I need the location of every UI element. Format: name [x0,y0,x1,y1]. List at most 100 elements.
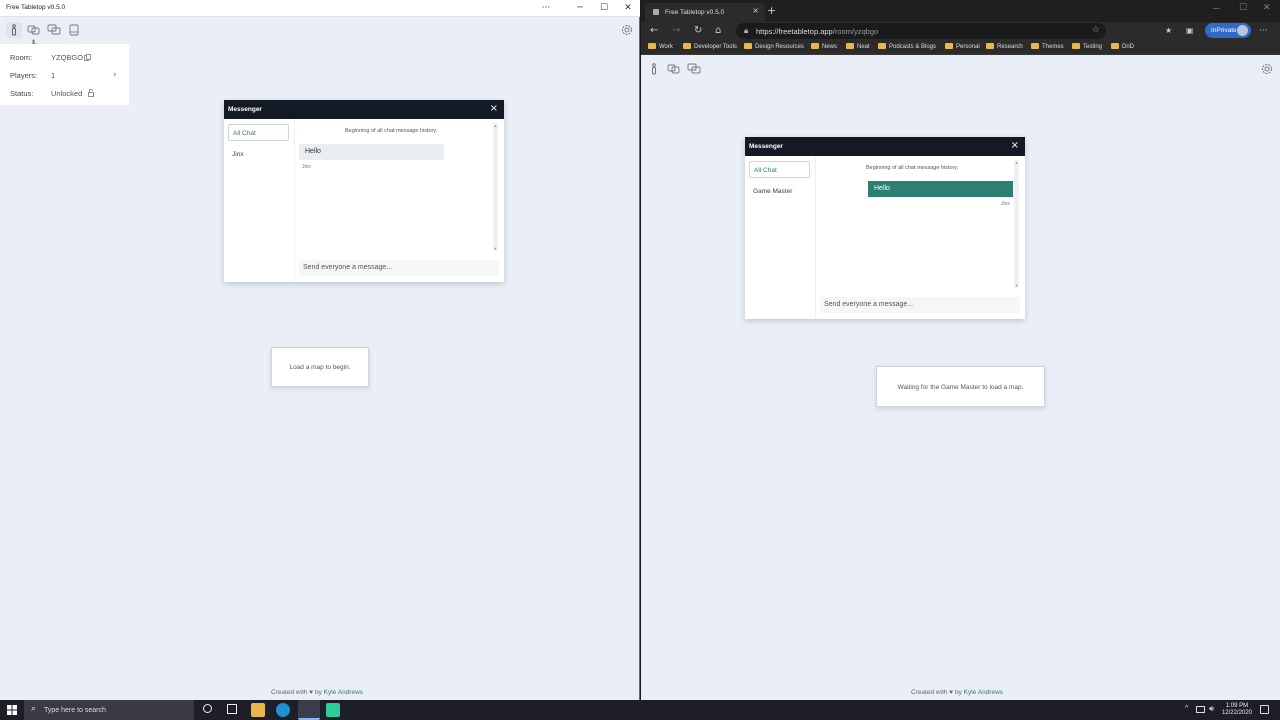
android-studio-icon[interactable] [326,703,340,717]
taskbar: ⌕ Type here to search ^ 🔊︎ 1:09 PM 12/22… [0,700,1280,720]
forward-icon[interactable]: → [672,25,680,37]
avatar [1237,25,1248,36]
players-row[interactable]: Players: 1 › [10,70,125,81]
minimize-icon[interactable]: ─ [1213,3,1219,13]
scroll-up-icon[interactable]: ▲ [1014,160,1019,165]
scroll-up-icon[interactable]: ▲ [493,123,498,128]
room-code: YZQBGO [51,53,84,62]
scroll-icon[interactable] [66,22,82,38]
scrollbar[interactable]: ▲ ▼ [493,123,498,251]
folder-icon [945,43,953,49]
folder-icon [744,43,752,49]
new-tab-icon[interactable]: + [767,4,776,17]
navigation-bar: ← → ↻ ⌂ 🔒︎ https://freetabletop.app/room… [641,22,1280,40]
url-path: /room/yzqbgo [832,27,879,36]
volume-icon[interactable]: 🔊︎ [1209,704,1214,714]
tab-jinx[interactable]: Jinx [228,146,289,163]
favorite-star-icon[interactable]: ☆ [1092,25,1100,35]
window-title: Free Tabletop v0.5.0 [6,4,66,11]
tab-game-master[interactable]: Game Master [749,183,810,200]
bookmark-testing[interactable]: Testing [1072,43,1102,50]
clock-time: 1:09 PM [1225,703,1249,709]
home-icon[interactable]: ⌂ [715,25,721,37]
tab-all-chat[interactable]: All Chat [228,124,289,141]
scrollbar[interactable]: ▲ ▼ [1014,160,1019,288]
settings-gear-icon[interactable] [620,23,634,37]
folder-icon [846,43,854,49]
chat-icon[interactable] [686,61,702,77]
edge-browser-icon[interactable] [276,703,290,717]
close-window-icon[interactable]: ✕ [1263,3,1271,13]
lock-icon: 🔒︎ [744,26,749,35]
shapes-icon[interactable] [666,61,682,77]
bookmark-news[interactable]: News [811,43,837,50]
toolbar [6,22,82,38]
address-bar[interactable]: 🔒︎ https://freetabletop.app/room/yzqbgo … [736,23,1106,39]
history-start-note: Beginning of all chat message history. [345,128,438,134]
maximize-icon[interactable]: ☐ [1239,3,1247,13]
settings-gear-icon[interactable] [1260,62,1274,76]
messenger-window: Messenger × All Chat Game Master Beginni… [745,137,1025,319]
browser-window: Free Tabletop v0.5.0 × + ─ ☐ ✕ ← → ↻ ⌂ 🔒… [641,0,1280,700]
taskbar-search[interactable]: ⌕ Type here to search [24,700,194,720]
room-row: Room: YZQBGO [10,53,125,63]
more-menu-icon[interactable]: ··· [1259,25,1268,37]
clock[interactable]: 1:09 PM 12/22/2020 [1222,703,1252,717]
status-label: Status: [10,89,34,98]
refresh-icon[interactable]: ↻ [694,25,702,37]
back-icon[interactable]: ← [650,25,658,37]
bookmark-themes[interactable]: Themes [1031,43,1064,50]
message-sender: Jinx [1001,201,1010,207]
favorites-icon[interactable]: ★ [1165,25,1172,37]
message-input[interactable]: Send everyone a message... [299,260,499,276]
task-view-icon[interactable] [227,704,237,714]
bookmark-podcasts-blogs[interactable]: Podcasts & Blogs [878,43,936,50]
chat-icon[interactable] [46,22,62,38]
collections-icon[interactable]: ▣ [1186,25,1194,37]
bookmark-work[interactable]: Work [648,43,673,50]
folder-icon [811,43,819,49]
info-icon[interactable] [6,22,22,38]
bookmark-design-resources[interactable]: Design Resources [744,43,804,50]
close-button[interactable]: ✕ [616,0,640,17]
browser-tab[interactable]: Free Tabletop v0.5.0 × [645,3,765,22]
folder-icon [986,43,994,49]
close-icon[interactable]: × [490,103,498,114]
tray-chevron-icon[interactable]: ^ [1185,705,1188,712]
author-link[interactable]: Kyle Andrews [964,689,1003,696]
scroll-down-icon[interactable]: ▼ [1014,283,1019,288]
windows-start-icon[interactable] [7,705,17,715]
messenger-header[interactable]: Messenger × [224,100,504,119]
notification-center-icon[interactable] [1260,705,1269,714]
more-options-button[interactable]: ··· [534,0,558,17]
chevron-right-icon[interactable]: › [113,70,117,80]
close-tab-icon[interactable]: × [752,6,759,15]
tab-all-chat[interactable]: All Chat [749,161,810,178]
messenger-title: Messenger [228,106,262,113]
chat-channel-list: All Chat Game Master [745,156,815,319]
bookmark-research[interactable]: Research [986,43,1023,50]
free-tabletop-app-icon[interactable] [298,700,320,720]
inprivate-badge[interactable]: InPrivate [1205,23,1251,38]
maximize-button[interactable]: ☐ [592,0,616,17]
info-icon[interactable] [646,61,662,77]
copy-icon[interactable] [84,54,91,61]
bookmark-developer-tools[interactable]: Developer Tools [683,43,737,50]
waiting-notice: Waiting for the Game Master to load a ma… [876,366,1045,407]
file-explorer-icon[interactable] [251,703,265,717]
minimize-button[interactable]: ─ [568,0,592,17]
players-count: 1 [51,71,56,80]
close-icon[interactable]: × [1011,140,1019,151]
scroll-down-icon[interactable]: ▼ [493,246,498,251]
cortana-icon[interactable] [203,704,212,713]
message-input[interactable]: Send everyone a message... [820,297,1020,313]
shapes-icon[interactable] [26,22,42,38]
network-icon[interactable] [1196,706,1205,713]
messenger-window: Messenger × All Chat Jinx Beginning of a… [224,100,504,282]
favicon-icon [653,9,659,15]
bookmark-dnd[interactable]: DnD [1111,43,1134,50]
messenger-header[interactable]: Messenger × [745,137,1025,156]
author-link[interactable]: Kyle Andrews [324,689,363,696]
bookmark-personal[interactable]: Personal [945,43,980,50]
bookmark-neat[interactable]: Neat [846,43,870,50]
